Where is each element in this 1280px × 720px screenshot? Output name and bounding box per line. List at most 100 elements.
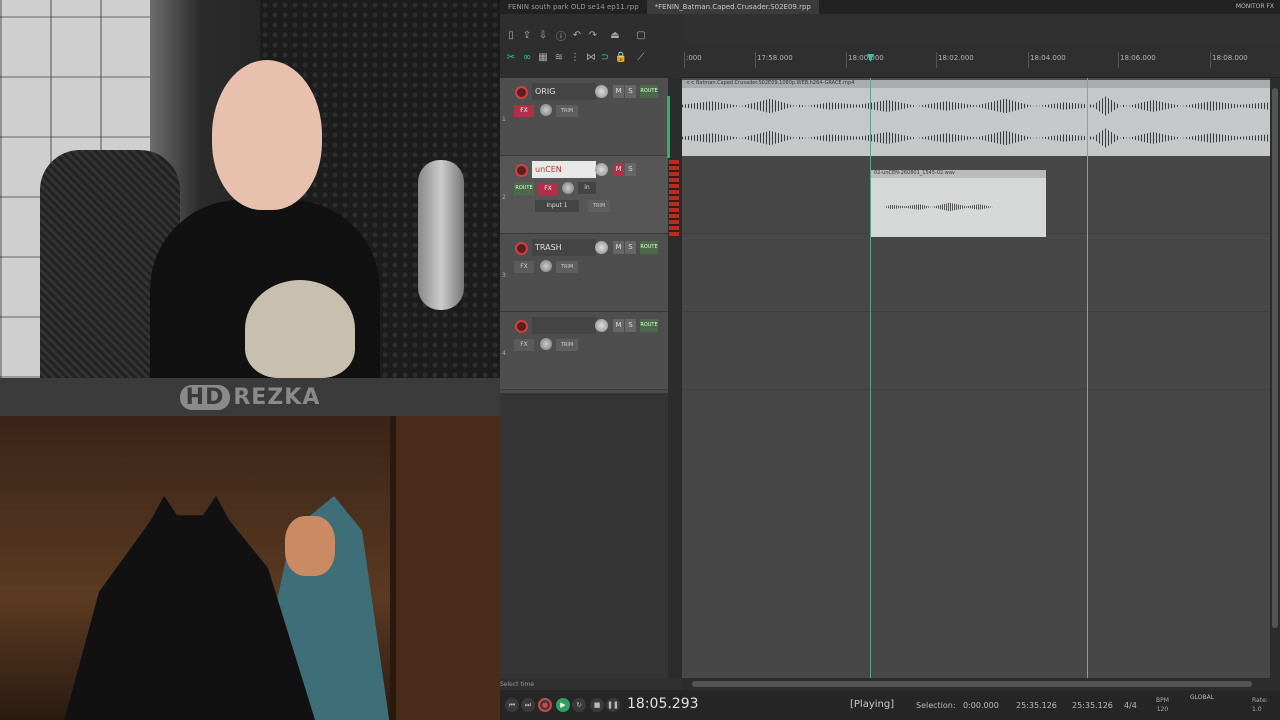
pan-knob[interactable] (540, 338, 552, 350)
selection-end[interactable]: 25:35.126 (1016, 701, 1057, 710)
lane-trash[interactable] (682, 234, 1270, 312)
track-uncen[interactable]: unCEN M S ROUTE FX in Input 1 TRIM 2 (500, 156, 668, 234)
pause-button[interactable]: ❚❚ (606, 698, 620, 712)
marker-icon[interactable]: ⟋ (634, 50, 648, 64)
trim-button[interactable]: TRIM (588, 200, 610, 212)
transport-bar: ⏮ ⏭ ● ▶ ↻ ■ ❚❚ 18:05.293 [Playing] Selec… (500, 690, 1280, 720)
stop-button[interactable]: ■ (590, 698, 604, 712)
selection-length[interactable]: 25:35.126 (1072, 701, 1113, 710)
project-tab-1[interactable]: FENIN south park OLD se14 ep11.rpp (500, 0, 647, 14)
shirt-skull-print (245, 280, 355, 378)
trim-button[interactable]: TRIM (556, 105, 578, 117)
vertical-scrollbar[interactable] (1270, 78, 1280, 678)
time-signature[interactable]: 4/4 (1124, 701, 1137, 710)
streamer (150, 60, 380, 378)
save-project-icon[interactable]: ⇩ (536, 28, 550, 42)
crossfade-icon[interactable]: ⋈ (584, 50, 598, 64)
ruler-tick: 18:04.000 (1028, 52, 1066, 68)
route-button[interactable]: ROUTE (640, 85, 658, 98)
input-monitor-button[interactable]: in (578, 182, 596, 194)
scroll-thumb[interactable] (692, 681, 1252, 687)
volume-knob[interactable] (595, 85, 608, 98)
grid-icon[interactable]: ▢ (634, 28, 648, 42)
track-1-meter (667, 96, 670, 158)
metronome-icon[interactable]: ⏏ (608, 28, 622, 42)
track-orig[interactable]: ORIG M S ROUTE FX TRIM 1 (500, 78, 668, 156)
mute-button[interactable]: M (613, 85, 624, 98)
trim-icon[interactable]: ✂ (504, 50, 518, 64)
link-icon[interactable]: ∞ (520, 50, 534, 64)
redo-icon[interactable]: ↷ (586, 28, 600, 42)
screen: HD REZKA FENIN south park OLD se14 ep11.r… (0, 0, 1280, 720)
volume-knob[interactable] (595, 319, 608, 332)
fx-button[interactable]: FX (514, 339, 534, 351)
envelope-icon[interactable]: ≋ (552, 50, 566, 64)
track-4[interactable]: M S ROUTE FX TRIM 4 (500, 312, 668, 390)
mute-button[interactable]: M (613, 241, 624, 254)
open-project-icon[interactable]: ⇪ (520, 28, 534, 42)
grid-snap-icon[interactable]: ▦ (536, 50, 550, 64)
record-arm-button[interactable] (515, 242, 528, 255)
arrange-view[interactable]: << Batman.Caped.Crusader.S02E09.1080p.WE… (682, 78, 1270, 678)
solo-button[interactable]: S (625, 163, 636, 176)
pan-knob[interactable] (540, 104, 552, 116)
track-trash[interactable]: TRASH M S ROUTE FX TRIM 3 (500, 234, 668, 312)
time-display: 18:05.293 (627, 696, 699, 712)
new-project-icon[interactable]: ▯ (504, 28, 518, 42)
undo-icon[interactable]: ↶ (570, 28, 584, 42)
waveform-left (682, 96, 1270, 116)
lane-4[interactable] (682, 312, 1270, 390)
scroll-thumb[interactable] (1272, 88, 1278, 628)
settings-icon[interactable]: ⓘ (554, 28, 568, 43)
trim-button[interactable]: TRIM (556, 339, 578, 351)
tempo-display[interactable]: BPM 120 (1156, 696, 1169, 714)
mute-button[interactable]: M (613, 163, 624, 176)
go-end-icon[interactable]: ⏭ (521, 698, 535, 712)
go-start-icon[interactable]: ⏮ (505, 698, 519, 712)
track-name[interactable]: ORIG (532, 83, 596, 100)
mute-button[interactable]: M (613, 319, 624, 332)
track-name[interactable]: unCEN (532, 161, 596, 178)
route-button[interactable]: ROUTE (514, 182, 534, 195)
playrate-display[interactable]: Rate: 1.0 (1252, 696, 1268, 714)
wood-panel (390, 416, 500, 720)
timeline-ruler[interactable]: :000 17:58.000 18:00.000 18:02.000 18:04… (682, 44, 1280, 78)
record-arm-button[interactable] (515, 320, 528, 333)
horizontal-scrollbar[interactable] (682, 678, 1280, 690)
global-automation-button[interactable]: GLOBAL (1190, 694, 1214, 701)
volume-knob[interactable] (595, 163, 608, 176)
project-tab-2[interactable]: *FENIN_Batman.Caped.Crusader.S02E09.rpp (646, 0, 819, 14)
daw-window: FENIN south park OLD se14 ep11.rpp *FENI… (500, 0, 1280, 720)
empty-tcp-area[interactable] (500, 393, 682, 678)
watermark-band: HD REZKA (0, 378, 500, 416)
route-button[interactable]: ROUTE (640, 241, 658, 254)
solo-button[interactable]: S (625, 85, 636, 98)
pan-knob[interactable] (540, 260, 552, 272)
ripple-icon[interactable]: ⋮ (568, 50, 582, 64)
media-item-orig[interactable]: << Batman.Caped.Crusader.S02E09.1080p.WE… (682, 80, 1270, 156)
media-item-recording[interactable]: 02-unCEN-260801_1545-02.wav (870, 170, 1046, 237)
solo-button[interactable]: S (625, 241, 636, 254)
loop-icon[interactable]: ↻ (572, 698, 586, 712)
trim-button[interactable]: TRIM (556, 261, 578, 273)
track-name[interactable]: TRASH (532, 239, 596, 256)
snap-icon[interactable]: ⊃ (598, 50, 612, 64)
solo-button[interactable]: S (625, 319, 636, 332)
record-arm-button[interactable] (515, 86, 528, 99)
fx-button[interactable]: FX (514, 105, 534, 117)
volume-knob[interactable] (595, 241, 608, 254)
track-name[interactable] (532, 317, 596, 334)
bpm-label: BPM (1156, 697, 1169, 704)
route-button[interactable]: ROUTE (640, 319, 658, 332)
fx-button[interactable]: FX (538, 183, 558, 195)
lane-orig[interactable]: << Batman.Caped.Crusader.S02E09.1080p.WE… (682, 78, 1270, 156)
input-select[interactable]: Input 1 (535, 200, 579, 212)
record-arm-button[interactable] (515, 164, 528, 177)
record-button[interactable]: ● (538, 698, 552, 712)
lock-icon[interactable]: 🔒 (614, 50, 628, 64)
fx-button[interactable]: FX (514, 261, 534, 273)
pan-knob[interactable] (562, 182, 574, 194)
monitor-fx-button[interactable]: MONITOR FX (1236, 0, 1274, 14)
selection-start[interactable]: 0:00.000 (963, 701, 999, 710)
play-button[interactable]: ▶ (556, 698, 570, 712)
